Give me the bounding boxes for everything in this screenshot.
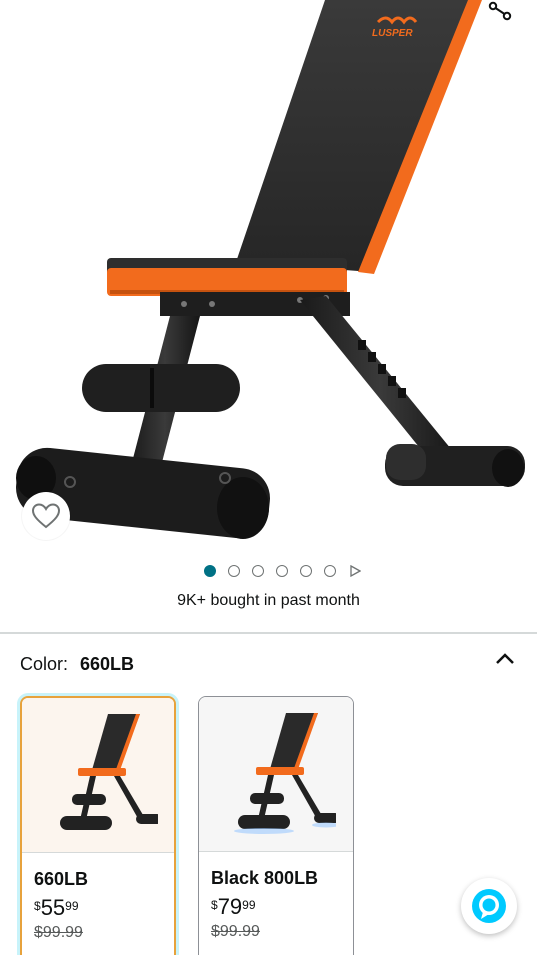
carousel-video-button[interactable] [348,564,362,578]
color-option-black-800lb[interactable]: Black 800LB $ 79 99 $99.99 [198,696,354,955]
carousel-dot-3[interactable] [251,565,264,577]
heart-outline-icon [31,503,61,529]
share-button[interactable] [478,0,522,28]
alexa-assistant-button[interactable] [461,878,517,934]
option-list-price: $99.99 [211,923,260,940]
price-whole: 55 [40,895,66,920]
section-divider [0,632,537,634]
option-name: 660LB [34,869,89,889]
color-label: Color: [20,653,69,674]
collapse-variations-button[interactable] [492,646,518,672]
color-selected-value: 660LB [80,653,135,674]
option-name: Black 800LB [211,868,319,888]
carousel-dot-2[interactable] [227,565,240,577]
carousel-dot-1[interactable] [203,565,216,577]
price-symbol: $ [34,899,41,913]
alexa-ring-icon [472,889,506,923]
share-icon [488,1,512,21]
option-price: $ 79 99 [211,895,353,919]
price-fraction: 99 [65,899,79,913]
option-thumbnail [199,697,353,852]
color-selector-header: Color: 660LB [20,652,520,676]
bench-illustration: LUSPER [16,0,525,539]
image-carousel-indicators [0,562,537,580]
price-whole: 79 [217,894,243,919]
color-option-660lb[interactable]: 660LB $ 55 99 $99.99 [20,696,176,955]
wishlist-button[interactable] [22,492,70,540]
chevron-up-icon [496,653,514,664]
brand-logo-text: LUSPER [372,28,413,39]
carousel-dot-4[interactable] [275,565,288,577]
price-symbol: $ [211,898,218,912]
carousel-dot-5[interactable] [299,565,312,577]
option-price: $ 55 99 [34,896,174,920]
option-list-price: $99.99 [34,924,83,941]
bench-thumbnail-orange [60,714,158,830]
bench-thumbnail-black [234,713,336,834]
option-thumbnail [22,698,174,853]
price-fraction: 99 [242,898,256,912]
carousel-dot-6[interactable] [323,565,336,577]
product-image[interactable]: LUSPER [0,0,537,560]
play-triangle-icon [349,565,361,577]
social-proof-text: 9K+ bought in past month [177,592,360,609]
